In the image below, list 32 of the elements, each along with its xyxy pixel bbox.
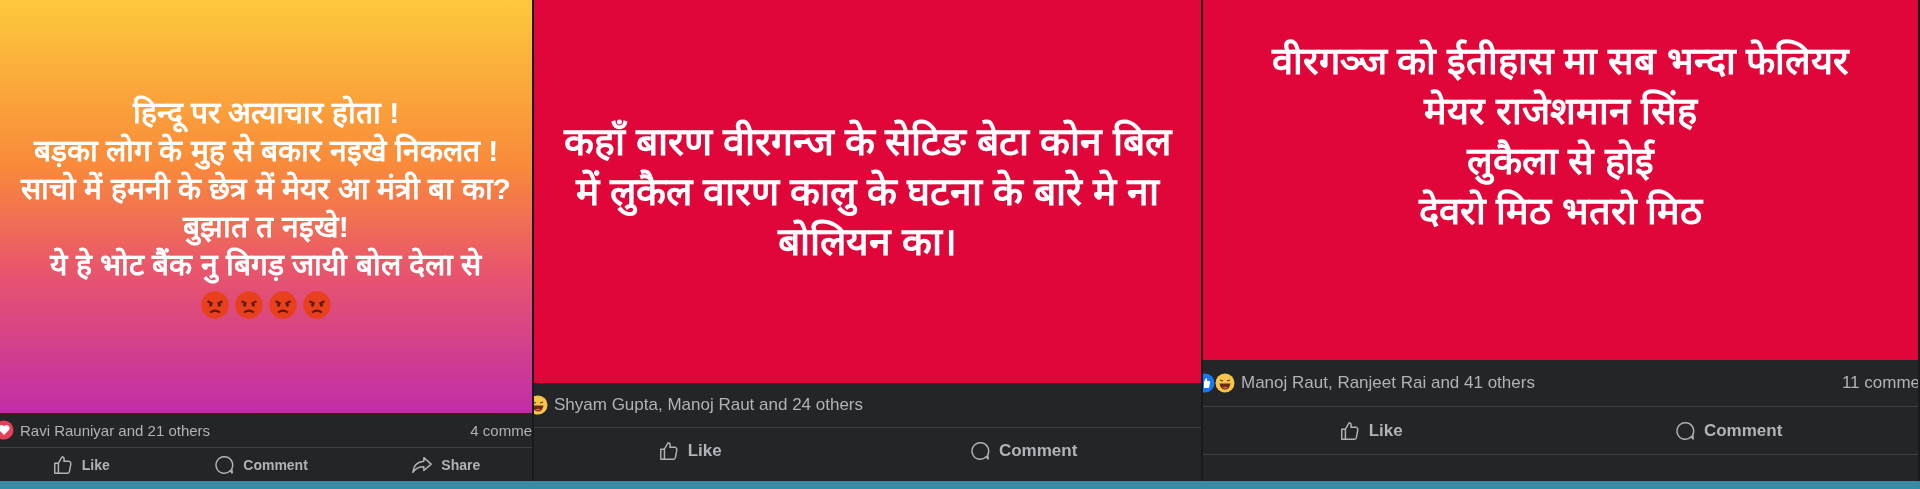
heart-icon xyxy=(0,420,14,440)
post-text: मेयर राजेशमान सिंह xyxy=(1424,88,1697,134)
post-text: ये हे भोट बैंक नु बिगड़ जायी बोल देला से xyxy=(50,245,482,284)
angry-face-icon xyxy=(302,289,332,320)
post-text: कहाँ बारण वीरगन्ज के सेटिङ बेटा कोन बिल में लुकैल वारण कालु के घटना के बारे मे ना बोलियन का। xyxy=(562,118,1174,265)
comment-button[interactable]: Comment xyxy=(958,436,1088,466)
share-button[interactable]: Share xyxy=(401,449,491,480)
like-button[interactable]: Like xyxy=(1328,415,1413,446)
like-button[interactable]: Like xyxy=(647,436,732,466)
comment-icon xyxy=(968,440,991,462)
post-text: देवरो मिठ भतरो मिठ xyxy=(1418,188,1703,234)
reaction-summary[interactable]: Manoj Raut, Ranjeet Rai and 41 others xyxy=(1241,373,1535,393)
thumbs-up-icon xyxy=(657,440,680,462)
comment-icon xyxy=(213,453,236,476)
post-text: लुकैला से होई xyxy=(1466,136,1655,186)
angry-face-icon xyxy=(268,289,298,320)
thumbs-up-icon xyxy=(1338,419,1361,442)
angry-face-icon xyxy=(200,289,230,320)
comment-count[interactable]: 4 comme xyxy=(470,421,532,439)
thumbs-up-icon xyxy=(51,453,74,476)
like-button[interactable]: Like xyxy=(41,449,120,480)
reaction-summary[interactable]: Ravi Rauniyar and 21 others xyxy=(20,421,211,439)
laughing-face-icon xyxy=(1215,373,1235,393)
post-text: वीरगञ्ज को ईतीहास मा सब भन्दा फेलियर xyxy=(1271,38,1850,84)
laughing-face-icon xyxy=(534,395,548,415)
comment-button[interactable]: Comment xyxy=(1663,415,1793,446)
post-text: साचो में हमनी के छेत्र में मेयर आ मंत्री बा का? बुझात त नइखे! xyxy=(6,169,526,246)
reaction-summary[interactable]: Shyam Gupta, Manoj Raut and 24 others xyxy=(554,395,863,415)
comment-button[interactable]: Comment xyxy=(203,449,318,480)
post-text: हिन्दू पर अत्याचार होता ! xyxy=(132,93,400,132)
angry-face-icon xyxy=(234,289,264,320)
comment-icon xyxy=(1673,419,1696,442)
